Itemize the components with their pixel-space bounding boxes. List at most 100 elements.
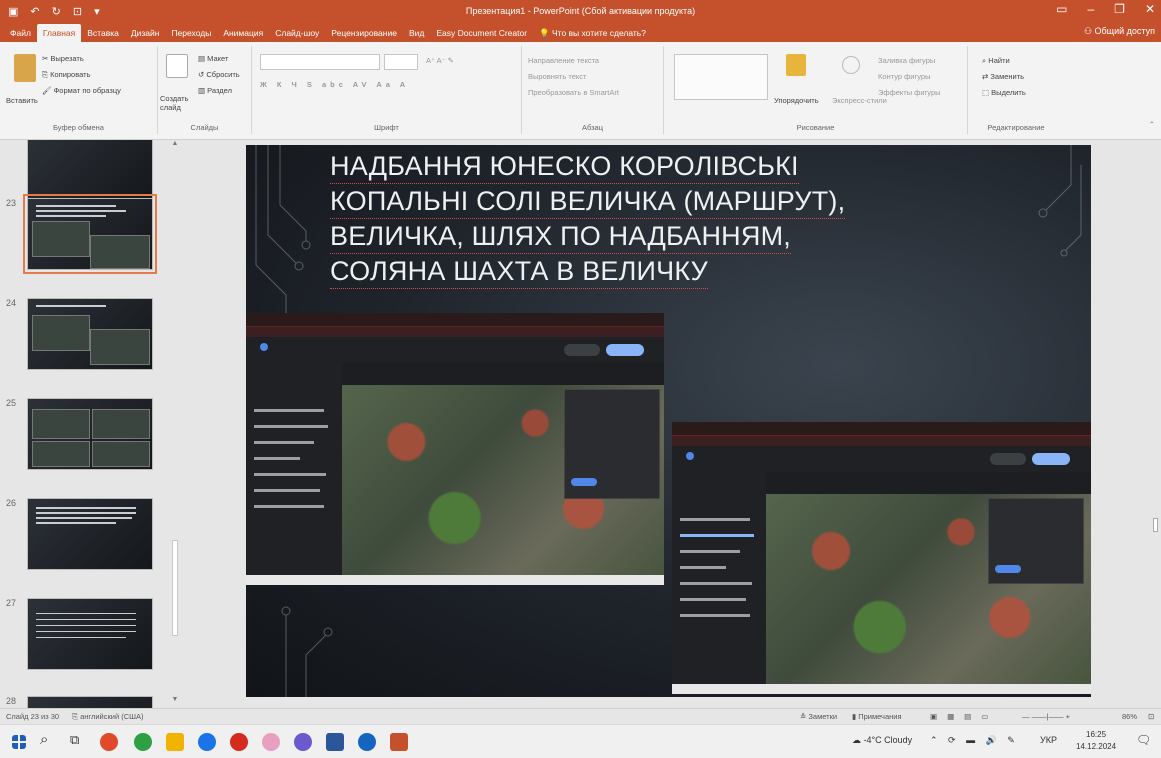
maximize-icon[interactable]: ❐ xyxy=(1114,2,1125,16)
new-slide-icon[interactable] xyxy=(166,54,188,78)
slide-thumbnail-28[interactable] xyxy=(27,696,153,708)
slide-thumbnail-26[interactable] xyxy=(27,498,153,570)
view-buttons[interactable]: ▣▦▤▭ xyxy=(930,712,998,721)
copy-button[interactable]: ⎘ Копировать xyxy=(42,70,90,80)
windows-start-icon[interactable] xyxy=(12,735,26,749)
tell-me-search[interactable]: 💡 Что вы хотите сделать? xyxy=(533,24,652,42)
notifications-icon[interactable]: 🗨 xyxy=(1136,733,1151,747)
embedded-screenshot-2[interactable] xyxy=(672,422,1091,694)
slide-number-26: 26 xyxy=(6,498,17,508)
scroll-thumb[interactable] xyxy=(172,540,178,636)
find-button[interactable]: ⌕ Найти xyxy=(982,56,1010,66)
arrange-icon[interactable] xyxy=(786,54,806,76)
clock-date: 14.12.2024 xyxy=(1076,742,1117,751)
slide-thumbnail-24[interactable] xyxy=(27,298,153,370)
font-size-buttons[interactable]: A⁺ A⁻ ✎ xyxy=(426,56,454,65)
ribbon-display-options-icon[interactable]: ▭ xyxy=(1056,2,1067,16)
input-language[interactable]: УКР xyxy=(1040,735,1057,745)
thumbnail-scrollbar[interactable]: ▲ ▼ xyxy=(170,140,180,708)
minimize-icon[interactable]: – xyxy=(1087,2,1094,16)
slide-thumbnail-25[interactable] xyxy=(27,398,153,470)
font-name-field[interactable] xyxy=(260,54,380,70)
replace-button[interactable]: ⇄ Заменить xyxy=(982,72,1024,81)
quick-styles-icon[interactable] xyxy=(842,56,860,74)
text-direction-button[interactable]: Направление текста xyxy=(528,56,599,65)
tab-design[interactable]: Дизайн xyxy=(125,24,166,42)
slideshow-start-icon[interactable]: ⊡ xyxy=(73,5,82,18)
layout-button[interactable]: ▤ Макет xyxy=(198,54,228,63)
viber-app-icon[interactable] xyxy=(294,733,312,751)
shape-effects-button[interactable]: Эффекты фигуры xyxy=(878,88,941,97)
opera-app-icon[interactable] xyxy=(230,733,248,751)
align-text-button[interactable]: Выровнять текст xyxy=(528,72,586,81)
telegram-app-icon[interactable] xyxy=(358,733,376,751)
language-indicator[interactable]: ⎘ английский (США) xyxy=(72,712,144,722)
comments-button[interactable]: ▮ Примечания xyxy=(852,712,902,721)
slide-number-25: 25 xyxy=(6,398,17,408)
tab-slideshow[interactable]: Слайд-шоу xyxy=(269,24,325,42)
tab-file[interactable]: Файл xyxy=(4,24,37,42)
close-icon[interactable]: ✕ xyxy=(1145,2,1155,16)
quick-styles-button[interactable]: Экспресс-стили xyxy=(832,96,887,105)
tab-review[interactable]: Рецензирование xyxy=(325,24,403,42)
tab-view[interactable]: Вид xyxy=(403,24,430,42)
weather-widget[interactable]: ☁ -4°C Cloudy xyxy=(852,735,912,746)
system-tray-icons[interactable]: ⌃ ⟳ ▬ 🔊 ✎ xyxy=(930,735,1019,746)
undo-icon[interactable]: ↶ xyxy=(30,5,39,18)
slide-23[interactable]: НАДБАННЯ ЮНЕСКО КОРОЛІВСЬКІ КОПАЛЬНІ СОЛ… xyxy=(246,145,1091,697)
zoom-level[interactable]: 86% xyxy=(1122,712,1137,721)
fit-slide-icon[interactable]: ⊡ xyxy=(1148,712,1154,721)
font-size-field[interactable] xyxy=(384,54,418,70)
scroll-down-icon[interactable]: ▼ xyxy=(170,696,180,706)
powerpoint-app-icon[interactable] xyxy=(390,733,408,751)
chrome-app-icon[interactable] xyxy=(134,733,152,751)
browser-address-bar xyxy=(672,436,1091,446)
embedded-screenshot-1[interactable] xyxy=(246,313,664,585)
redo-icon[interactable]: ↻ xyxy=(52,5,61,18)
browser-app-icon[interactable] xyxy=(100,733,118,751)
section-button[interactable]: ▥ Раздел xyxy=(198,86,232,95)
clock[interactable]: 16:25 14.12.2024 xyxy=(1076,729,1116,753)
slide-title[interactable]: НАДБАННЯ ЮНЕСКО КОРОЛІВСЬКІ КОПАЛЬНІ СОЛ… xyxy=(330,149,890,289)
canvas-scroll-handle[interactable] xyxy=(1153,518,1158,532)
slide-thumbnail-22[interactable] xyxy=(27,140,153,206)
arrange-button[interactable]: Упорядочить xyxy=(774,96,819,105)
paragraph-group: Направление текста Выровнять текст Преоб… xyxy=(522,46,664,134)
shape-fill-button[interactable]: Заливка фигуры xyxy=(878,56,935,65)
convert-smartart-button[interactable]: Преобразовать в SmartArt xyxy=(528,88,619,97)
tab-transitions[interactable]: Переходы xyxy=(165,24,217,42)
shape-outline-button[interactable]: Контур фигуры xyxy=(878,72,930,81)
select-button[interactable]: ⬚ Выделить xyxy=(982,88,1026,97)
tab-home[interactable]: Главная xyxy=(36,24,82,42)
new-slide-button[interactable]: Создать слайд xyxy=(160,94,200,112)
reset-button[interactable]: ↺ Сбросить xyxy=(198,70,240,79)
sidebar-nav-item xyxy=(254,425,328,428)
cut-button[interactable]: ✂ Вырезать xyxy=(42,54,84,63)
slide-thumbnail-23[interactable] xyxy=(23,194,157,274)
word-app-icon[interactable] xyxy=(326,733,344,751)
scroll-up-icon[interactable]: ▲ xyxy=(170,140,180,150)
paste-icon[interactable] xyxy=(14,54,36,82)
language-label: английский (США) xyxy=(80,712,144,721)
task-view-icon[interactable]: ⧉ xyxy=(70,732,79,748)
customize-qat-icon[interactable]: ▾ xyxy=(94,5,100,18)
search-icon[interactable]: ⌕ xyxy=(40,731,48,748)
paste-button[interactable]: Вставить xyxy=(6,96,38,105)
tab-animations[interactable]: Анимация xyxy=(217,24,269,42)
font-format-buttons[interactable]: Ж К Ч S abc AV Aa A xyxy=(260,80,409,89)
file-explorer-icon[interactable] xyxy=(166,733,184,751)
collapse-ribbon-icon[interactable]: ⌃ xyxy=(1149,120,1155,129)
save-icon[interactable]: ▣ xyxy=(8,5,18,18)
zoom-slider[interactable]: — ——|—— + xyxy=(1022,712,1070,721)
tab-easy-document-creator[interactable]: Easy Document Creator xyxy=(430,24,533,42)
edge-app-icon[interactable] xyxy=(198,733,216,751)
drawing-group: Упорядочить Экспресс-стили Заливка фигур… xyxy=(664,46,968,134)
share-button[interactable]: ⚇ Общий доступ xyxy=(1084,26,1155,37)
notes-button[interactable]: ≙ Заметки xyxy=(800,712,837,721)
tab-insert[interactable]: Вставка xyxy=(81,24,125,42)
media-app-icon[interactable] xyxy=(262,733,280,751)
slide-thumbnail-27[interactable] xyxy=(27,598,153,670)
format-painter-button[interactable]: 🖌 Формат по образцу xyxy=(42,86,121,95)
shapes-gallery[interactable] xyxy=(674,54,768,100)
thumb-screenshot xyxy=(92,441,150,467)
